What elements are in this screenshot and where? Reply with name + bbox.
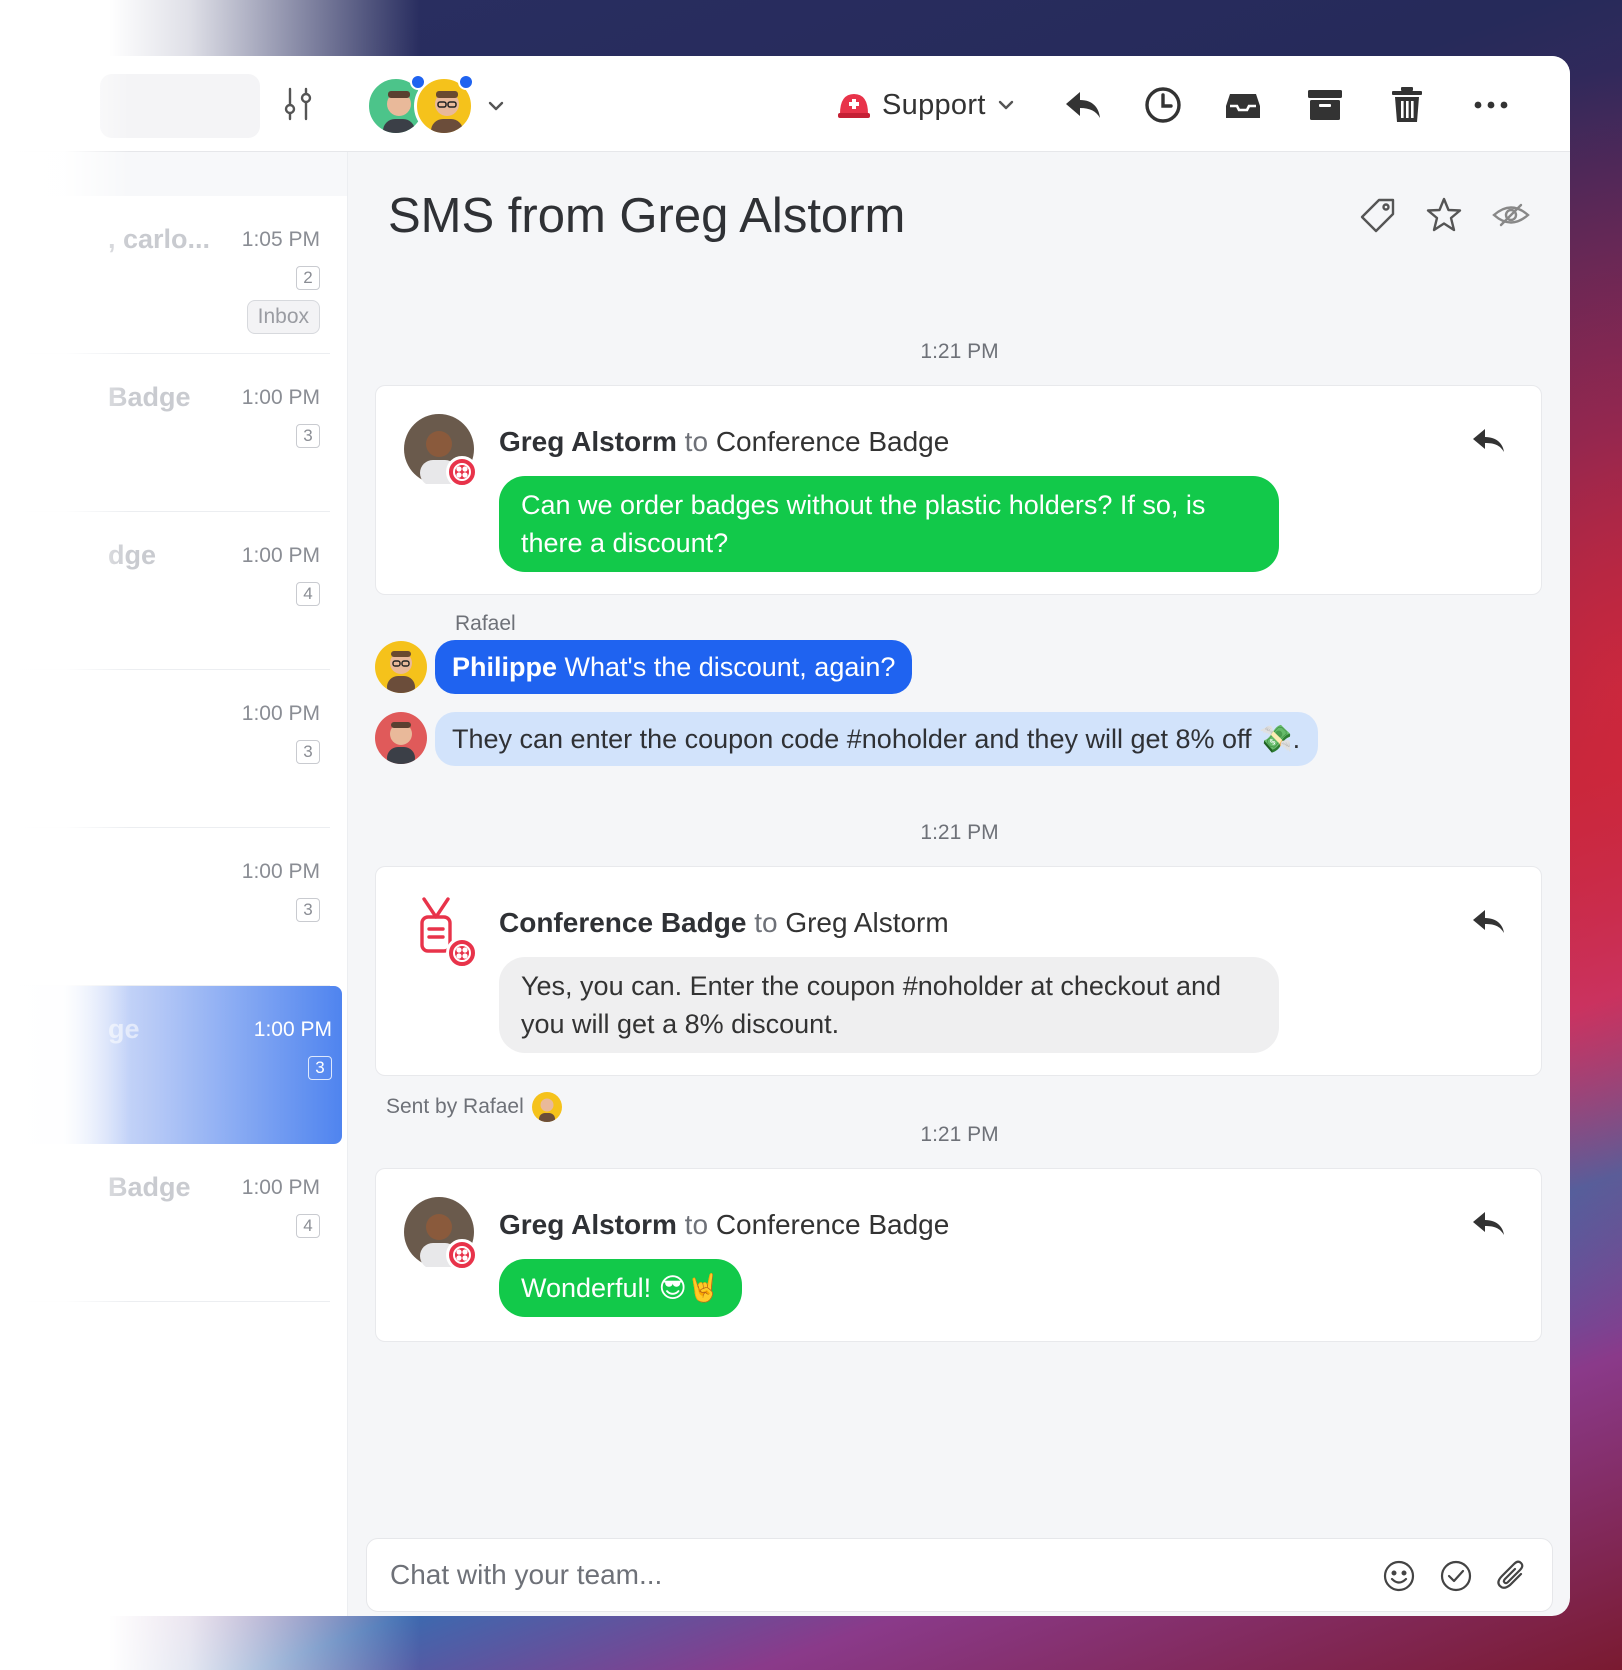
- conversation-time: 1:00 PM: [241, 386, 320, 409]
- list-item[interactable]: , carlo... 1:05 PM 2 Inbox: [0, 196, 330, 354]
- to-word: to: [684, 1209, 709, 1240]
- list-item[interactable]: 1:00 PM 3: [0, 670, 330, 828]
- conversation-name: Badge: [108, 382, 191, 412]
- to-word: to: [684, 426, 709, 457]
- reply-icon[interactable]: [1062, 84, 1104, 126]
- team-chat-composer[interactable]: Chat with your team...: [366, 1538, 1553, 1612]
- chevron-down-icon: [998, 100, 1013, 110]
- mention[interactable]: Philippe: [452, 652, 557, 682]
- avatar: [531, 1092, 562, 1122]
- emoji-icon[interactable]: [1382, 1559, 1416, 1593]
- chat-author: Rafael: [455, 612, 516, 635]
- online-dot: [410, 74, 426, 90]
- list-header: [0, 152, 347, 196]
- reply-icon[interactable]: [1471, 1209, 1507, 1239]
- conversation-name: dge: [108, 540, 157, 570]
- chevron-down-icon[interactable]: [486, 96, 506, 116]
- filter-sliders-icon[interactable]: [282, 86, 316, 122]
- conversation-list: , carlo... 1:05 PM 2 Inbox Badge 1:00 PM…: [0, 152, 348, 1616]
- sent-by-label: Sent by Rafael: [386, 1095, 524, 1118]
- conversation-time: 1:00 PM: [241, 1176, 320, 1199]
- reply-icon[interactable]: [1471, 907, 1507, 937]
- team-chat-bubble: They can enter the coupon code #noholder…: [435, 712, 1318, 766]
- conversation-title: SMS from Greg Alstorm: [388, 189, 906, 243]
- inbox-tag: Inbox: [246, 300, 320, 334]
- list-item-selected[interactable]: ge 1:00 PM 3: [0, 986, 342, 1144]
- sms-bubble-outbound: Yes, you can. Enter the coupon #noholder…: [499, 957, 1279, 1053]
- message-count: 4: [296, 1214, 320, 1238]
- sender-line: Greg Alstorm to Conference Badge: [499, 1209, 949, 1241]
- paperclip-icon[interactable]: [1495, 1559, 1529, 1593]
- trash-icon[interactable]: [1386, 84, 1428, 126]
- list-item[interactable]: 1:00 PM 3: [0, 828, 330, 986]
- message-count: 2: [296, 266, 320, 290]
- recipient-name: Conference Badge: [715, 1209, 950, 1240]
- snooze-clock-icon[interactable]: [1142, 84, 1184, 126]
- online-dot: [458, 74, 474, 90]
- inbox-selector[interactable]: Support: [836, 80, 1016, 130]
- composer-placeholder: Chat with your team...: [390, 1559, 663, 1590]
- list-item[interactable]: dge 1:00 PM 4: [0, 512, 330, 670]
- sms-message-card: Conference Badge to Greg Alstorm Yes, yo…: [375, 866, 1542, 1076]
- archive-icon[interactable]: [1304, 84, 1346, 126]
- sender-name: Greg Alstorm: [499, 1209, 677, 1240]
- conversation-time: 1:00 PM: [241, 544, 320, 567]
- recipient-name: Conference Badge: [715, 426, 950, 457]
- sender-name: Conference Badge: [499, 907, 747, 938]
- sms-message-card: Greg Alstorm to Conference Badge Wonderf…: [375, 1168, 1542, 1342]
- team-avatar: [375, 712, 427, 764]
- message-timestamp: 1:21 PM: [920, 340, 999, 363]
- recipient-name: Greg Alstorm: [785, 907, 949, 938]
- team-avatar: [375, 641, 427, 693]
- conversation-name: , carlo...: [108, 224, 211, 254]
- chat-message-text: What's the discount, again?: [564, 652, 896, 682]
- message-count: 3: [296, 740, 320, 764]
- sender-line: Greg Alstorm to Conference Badge: [499, 426, 949, 458]
- sent-by: Sent by Rafael: [386, 1092, 562, 1122]
- tag-icon[interactable]: [1359, 196, 1397, 234]
- list-item[interactable]: Badge 1:00 PM 3: [0, 354, 330, 512]
- inbox-label: Support: [882, 88, 986, 121]
- message-timestamp: 1:21 PM: [920, 821, 999, 844]
- conversation-pane: SMS from Greg Alstorm 1:21 PM Greg Alsto…: [349, 152, 1570, 1616]
- message-count: 3: [296, 424, 320, 448]
- inbox-move-icon[interactable]: [1222, 84, 1264, 126]
- hide-eye-icon[interactable]: [1491, 196, 1531, 234]
- conversation-time: 1:00 PM: [241, 860, 320, 883]
- more-options-icon[interactable]: [1470, 84, 1512, 126]
- message-count: 3: [296, 898, 320, 922]
- sms-bubble-inbound: Wonderful! 😎🤘: [499, 1259, 743, 1317]
- search-input[interactable]: [100, 74, 260, 138]
- conversation-time: 1:05 PM: [241, 228, 320, 251]
- sms-bubble-inbound: Can we order badges without the plastic …: [499, 476, 1279, 572]
- reply-icon[interactable]: [1471, 426, 1507, 456]
- conversation-name: Badge: [108, 1172, 191, 1202]
- team-chat-bubble: Philippe What's the discount, again?: [435, 640, 913, 694]
- list-item[interactable]: Badge 1:00 PM 4: [0, 1144, 330, 1302]
- support-helmet-icon: [838, 94, 870, 118]
- message-timestamp: 1:21 PM: [920, 1123, 999, 1146]
- toolbar: Support: [0, 56, 1570, 152]
- sender-name: Greg Alstorm: [499, 426, 677, 457]
- twilio-icon: [446, 1239, 478, 1271]
- conversation-name: ge: [108, 1014, 140, 1044]
- sms-message-card: Greg Alstorm to Conference Badge Can we …: [375, 385, 1542, 595]
- to-word: to: [754, 907, 778, 938]
- message-count: 4: [296, 582, 320, 606]
- star-icon[interactable]: [1425, 196, 1463, 234]
- twilio-icon: [446, 937, 478, 969]
- conversation-time: 1:00 PM: [253, 1018, 332, 1041]
- message-count: 3: [308, 1056, 332, 1080]
- sender-line: Conference Badge to Greg Alstorm: [499, 907, 949, 939]
- check-circle-icon[interactable]: [1439, 1559, 1473, 1593]
- twilio-icon: [446, 456, 478, 488]
- app-window: Support , carlo... 1:05 PM 2 Inbox Badge…: [0, 56, 1570, 1616]
- conversation-time: 1:00 PM: [241, 702, 320, 725]
